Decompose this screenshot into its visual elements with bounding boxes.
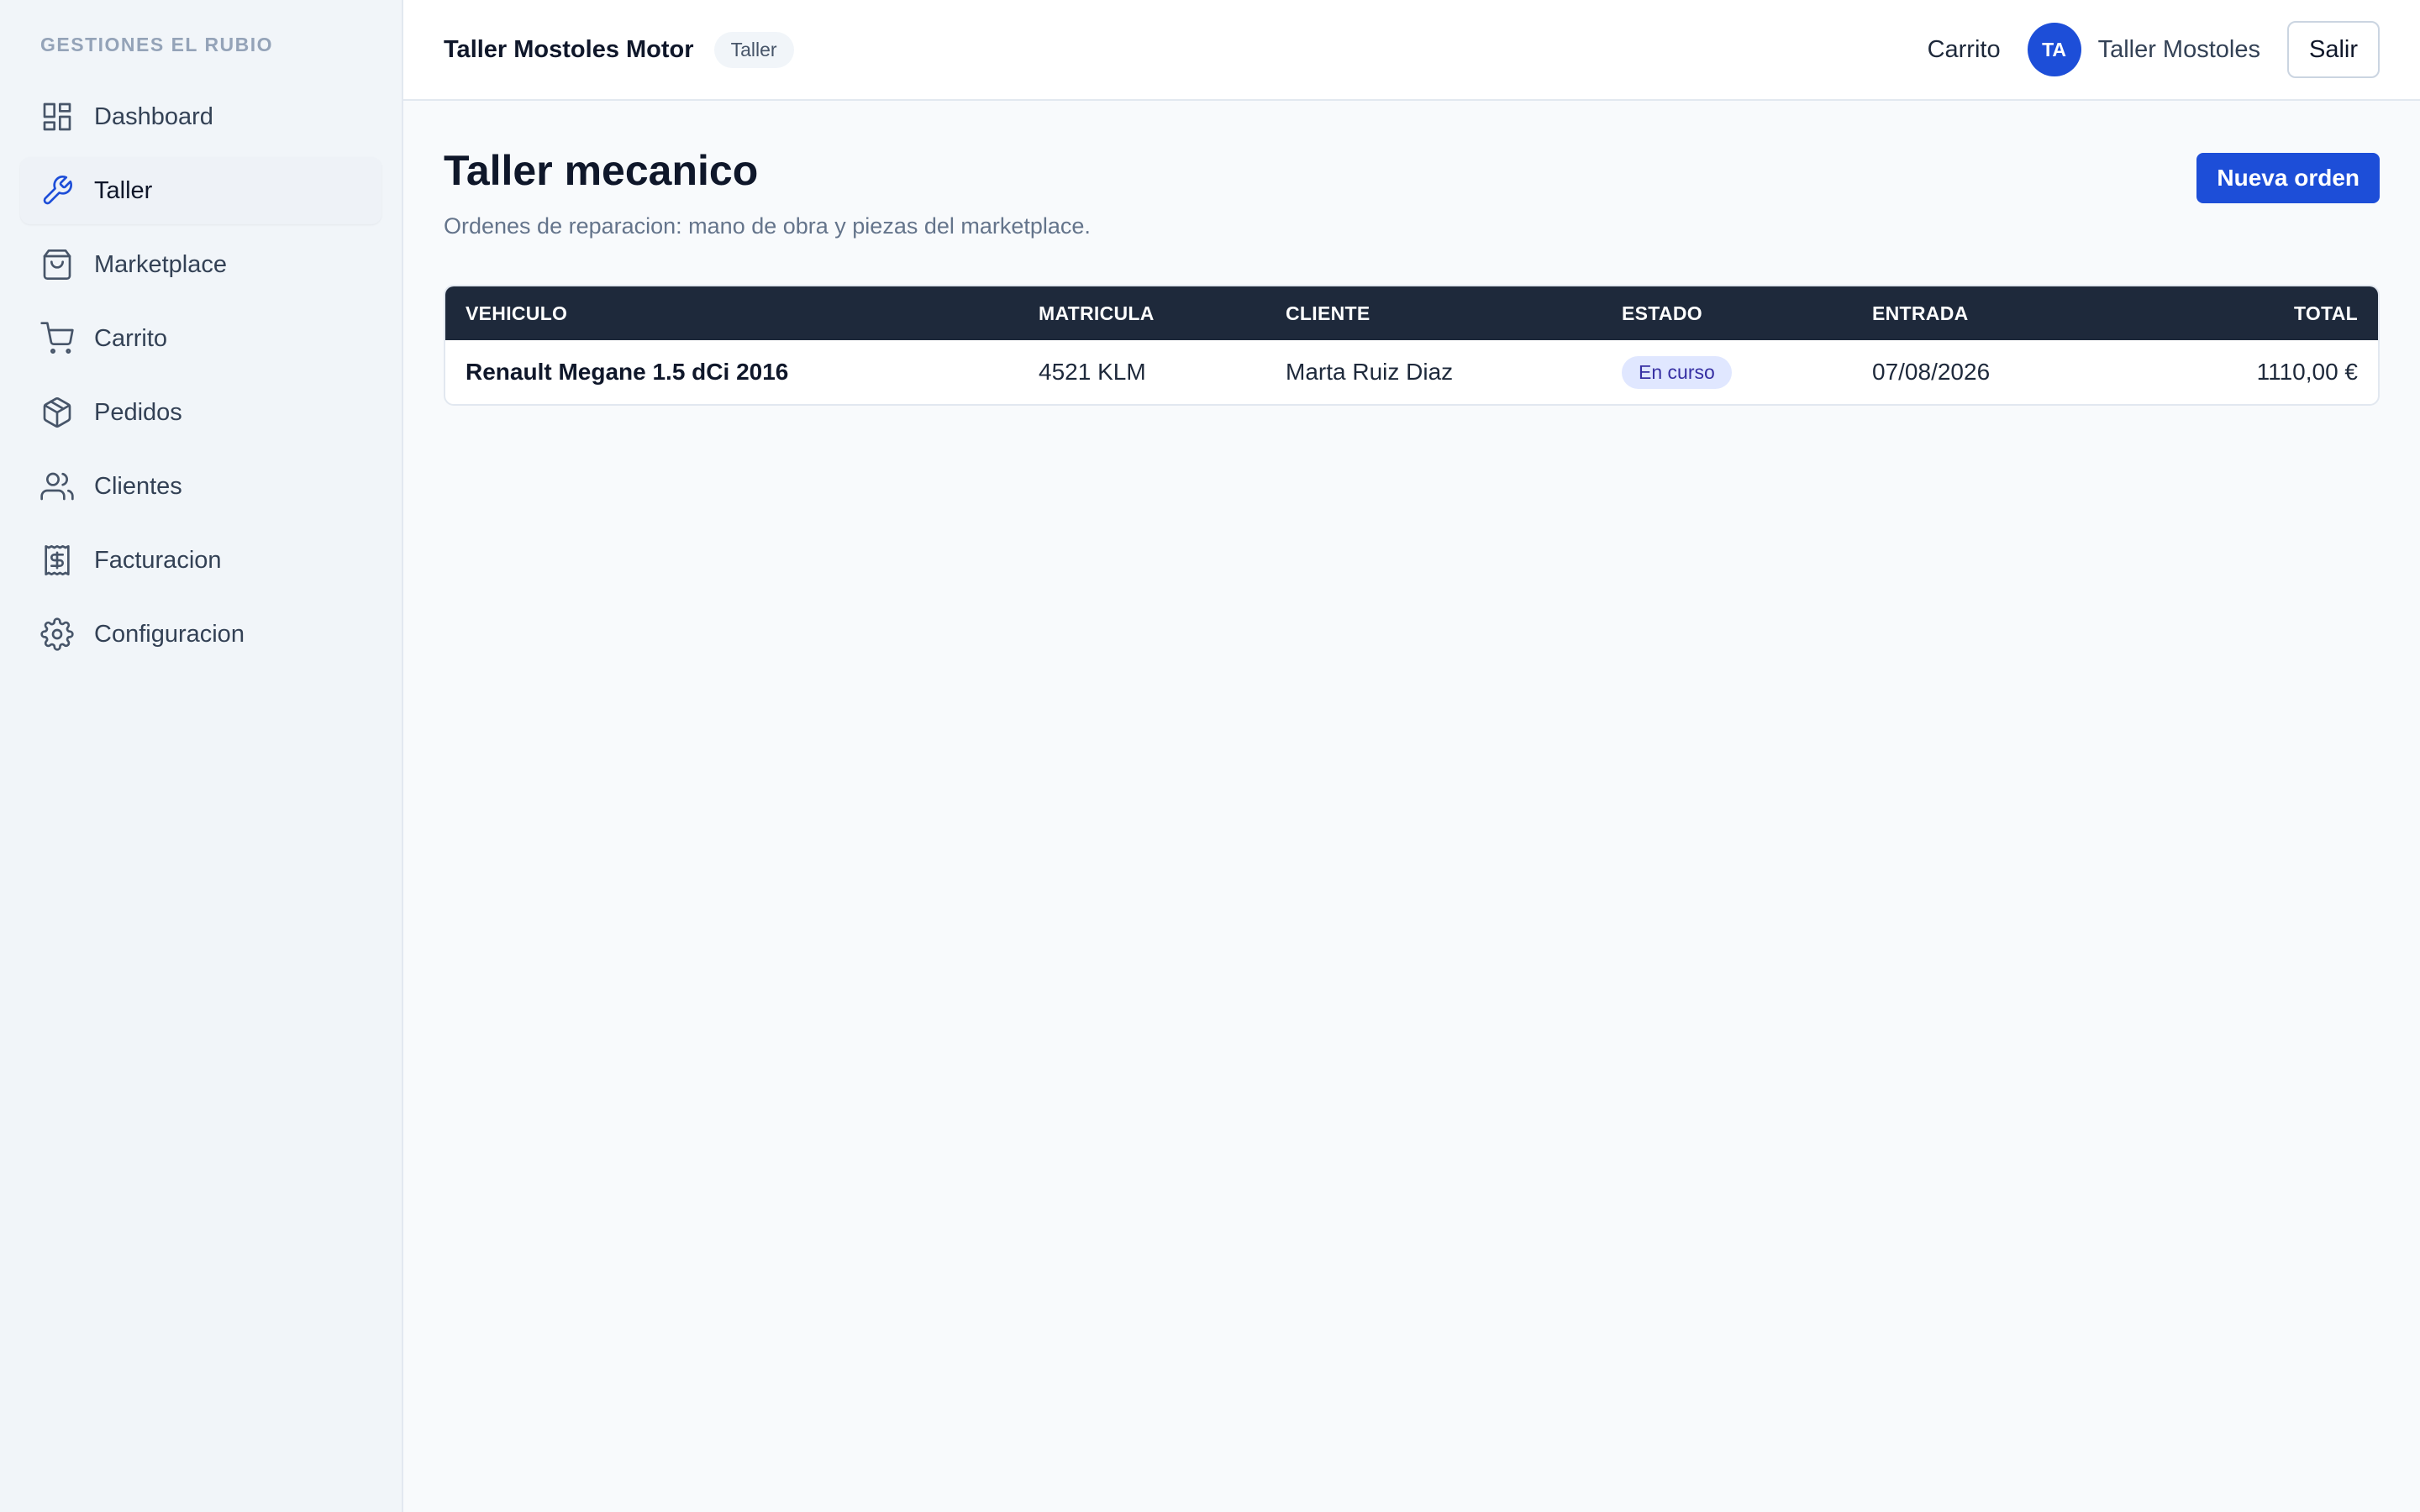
sidebar-item-taller[interactable]: Taller: [20, 157, 381, 224]
main-area: Taller Mostoles Motor Taller Carrito TA …: [403, 0, 2420, 1512]
cell-status: En curso: [1602, 340, 1852, 404]
cell-total: 1110,00 €: [2256, 359, 2358, 385]
cell-entry-date: 07/08/2026: [1872, 359, 1991, 385]
new-order-button[interactable]: Nueva orden: [2196, 153, 2380, 203]
avatar[interactable]: TA: [2027, 23, 2081, 76]
gear-icon: [40, 617, 74, 651]
column-header-entrada[interactable]: ENTRADA: [1852, 286, 2104, 340]
page-subtitle: Ordenes de reparacion: mano de obra y pi…: [444, 213, 1091, 239]
top-bar: Taller Mostoles Motor Taller Carrito TA …: [403, 0, 2420, 101]
package-icon: [40, 396, 74, 429]
sidebar-item-facturacion[interactable]: Facturacion: [20, 527, 381, 594]
role-badge: Taller: [713, 31, 794, 68]
sidebar-item-dashboard[interactable]: Dashboard: [20, 83, 381, 150]
brand-label: GESTIONES EL RUBIO: [40, 34, 274, 55]
sidebar-item-marketplace[interactable]: Marketplace: [20, 231, 381, 298]
column-header-estado[interactable]: ESTADO: [1602, 286, 1852, 340]
sidebar-item-configuracion[interactable]: Configuracion: [20, 601, 381, 668]
page-content: Taller mecanico Ordenes de reparacion: m…: [403, 101, 2420, 449]
sidebar-item-label: Pedidos: [94, 398, 182, 426]
page-title: Taller mecanico: [444, 147, 759, 194]
cart-icon: [40, 322, 74, 355]
cell-plate: 4521 KLM: [1039, 359, 1146, 385]
sidebar-item-label: Marketplace: [94, 250, 227, 278]
sidebar-item-pedidos[interactable]: Pedidos: [20, 379, 381, 446]
sidebar-nav: Dashboard Taller Marketplace Carrito Ped…: [20, 83, 381, 668]
receipt-icon: [40, 543, 74, 577]
column-header-matricula[interactable]: MATRICULA: [1018, 286, 1265, 340]
cell-client: Marta Ruiz Diaz: [1286, 359, 1454, 385]
shopping-bag-icon: [40, 248, 74, 281]
company-name: Taller Mostoles Motor: [444, 35, 694, 63]
column-header-cliente[interactable]: CLIENTE: [1265, 286, 1602, 340]
table-header-row: VEHICULO MATRICULA CLIENTE ESTADO ENTRAD…: [445, 286, 2378, 340]
sidebar-item-carrito[interactable]: Carrito: [20, 305, 381, 372]
sidebar-item-label: Dashboard: [94, 102, 213, 130]
orders-table: VEHICULO MATRICULA CLIENTE ESTADO ENTRAD…: [444, 285, 2380, 406]
cell-vehicle: Renault Megane 1.5 dCi 2016: [466, 359, 789, 385]
sidebar-item-label: Facturacion: [94, 546, 222, 574]
sidebar: GESTIONES EL RUBIO Dashboard Taller Mark…: [0, 0, 403, 1512]
sidebar-item-clientes[interactable]: Clientes: [20, 453, 381, 520]
cart-link[interactable]: Carrito: [1928, 36, 2001, 64]
column-header-vehiculo[interactable]: VEHICULO: [445, 286, 1018, 340]
status-badge: En curso: [1622, 355, 1732, 389]
logout-button[interactable]: Salir: [2286, 21, 2380, 78]
sidebar-item-label: Carrito: [94, 324, 168, 352]
wrench-icon: [40, 174, 74, 207]
dashboard-icon: [40, 100, 74, 134]
users-icon: [40, 470, 74, 503]
sidebar-item-label: Taller: [94, 176, 153, 204]
sidebar-item-label: Configuracion: [94, 620, 245, 648]
user-name: Taller Mostoles: [2097, 35, 2260, 63]
column-header-total[interactable]: TOTAL: [2104, 286, 2378, 340]
table-row[interactable]: Renault Megane 1.5 dCi 2016 4521 KLM Mar…: [445, 340, 2378, 404]
sidebar-item-label: Clientes: [94, 472, 182, 500]
